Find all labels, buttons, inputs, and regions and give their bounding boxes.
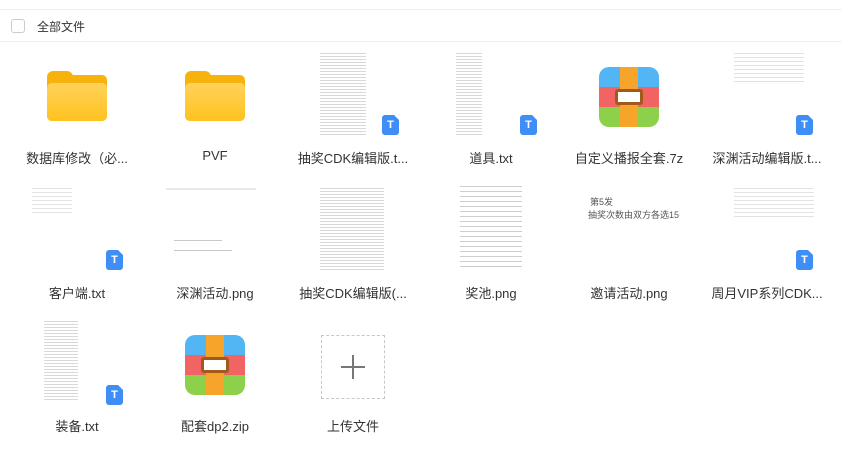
file-name[interactable]: PVF xyxy=(148,148,282,163)
file-thumb xyxy=(286,180,420,272)
file-name[interactable]: 深渊活动.png xyxy=(148,283,282,302)
text-preview xyxy=(734,188,814,218)
image-preview xyxy=(166,188,256,266)
file-name[interactable]: 抽奖CDK编辑版.t... xyxy=(286,148,420,167)
file-thumb xyxy=(148,45,282,137)
file-thumb xyxy=(148,313,282,405)
file-name[interactable]: 道具.txt xyxy=(424,148,558,167)
select-all-label[interactable]: 全部文件 xyxy=(37,18,85,35)
file-item-image[interactable]: 深渊活动.png xyxy=(148,180,282,310)
file-item-text[interactable]: T 装备.txt xyxy=(10,313,144,443)
file-item-text[interactable]: 抽奖CDK编辑版(... xyxy=(286,180,420,310)
text-preview xyxy=(320,53,366,137)
text-preview xyxy=(734,53,804,83)
file-item-image[interactable]: 奖池.png xyxy=(424,180,558,310)
file-name[interactable]: 抽奖CDK编辑版(... xyxy=(286,283,420,302)
archive-icon xyxy=(599,67,659,127)
file-item-text[interactable]: T 周月VIP系列CDK... xyxy=(700,180,834,310)
txt-file-icon: T xyxy=(796,250,813,270)
file-name[interactable]: 装备.txt xyxy=(10,416,144,435)
file-thumb xyxy=(148,180,282,272)
file-name[interactable]: 周月VIP系列CDK... xyxy=(700,283,834,302)
file-name[interactable]: 客户端.txt xyxy=(10,283,144,302)
txt-file-icon: T xyxy=(106,385,123,405)
file-item-archive[interactable]: 配套dp2.zip xyxy=(148,313,282,443)
text-preview xyxy=(44,321,78,401)
txt-file-icon: T xyxy=(796,115,813,135)
select-all-checkbox[interactable] xyxy=(11,19,25,33)
text-preview xyxy=(456,53,482,137)
file-item-folder[interactable]: PVF xyxy=(148,45,282,175)
file-item-text[interactable]: T 抽奖CDK编辑版.t... xyxy=(286,45,420,175)
file-item-image[interactable]: 第5发 抽奖次数由双方各选15张抽CD 邀请活动.png xyxy=(562,180,696,310)
file-name[interactable]: 配套dp2.zip xyxy=(148,416,282,435)
file-item-archive[interactable]: 自定义播报全套.7z xyxy=(562,45,696,175)
file-item-text[interactable]: T 客户端.txt xyxy=(10,180,144,310)
text-preview xyxy=(32,188,72,216)
file-thumb: T xyxy=(424,45,558,137)
file-thumb: T xyxy=(10,180,144,272)
archive-icon xyxy=(185,335,245,395)
image-preview-text: 第5发 xyxy=(590,197,614,207)
file-item-text[interactable]: T 道具.txt xyxy=(424,45,558,175)
file-thumb: T xyxy=(10,313,144,405)
image-preview-text: 抽奖次数由双方各选15张抽CD xyxy=(588,210,680,220)
file-thumb: T xyxy=(286,45,420,137)
txt-file-icon: T xyxy=(520,115,537,135)
file-thumb: T xyxy=(700,45,834,137)
folder-icon xyxy=(185,71,245,121)
upload-label[interactable]: 上传文件 xyxy=(286,416,420,435)
file-item-text[interactable]: T 深渊活动编辑版.t... xyxy=(700,45,834,175)
file-name[interactable]: 深渊活动编辑版.t... xyxy=(700,148,834,167)
file-name[interactable]: 数据库修改（必... xyxy=(10,148,144,167)
file-name[interactable]: 邀请活动.png xyxy=(562,283,696,302)
upload-button[interactable] xyxy=(321,335,385,399)
txt-file-icon: T xyxy=(382,115,399,135)
file-thumb xyxy=(424,180,558,272)
upload-thumb xyxy=(286,313,420,405)
image-preview xyxy=(460,186,522,268)
file-thumb xyxy=(10,45,144,137)
file-list-header: 全部文件 xyxy=(0,10,842,42)
file-item-folder[interactable]: 数据库修改（必... xyxy=(10,45,144,175)
txt-file-icon: T xyxy=(106,250,123,270)
text-preview xyxy=(320,188,384,272)
upload-tile[interactable]: 上传文件 xyxy=(286,313,420,443)
file-name[interactable]: 奖池.png xyxy=(424,283,558,302)
file-thumb xyxy=(562,45,696,137)
file-thumb: 第5发 抽奖次数由双方各选15张抽CD xyxy=(562,180,696,272)
file-thumb: T xyxy=(700,180,834,272)
folder-icon xyxy=(47,71,107,121)
file-name[interactable]: 自定义播报全套.7z xyxy=(562,148,696,167)
